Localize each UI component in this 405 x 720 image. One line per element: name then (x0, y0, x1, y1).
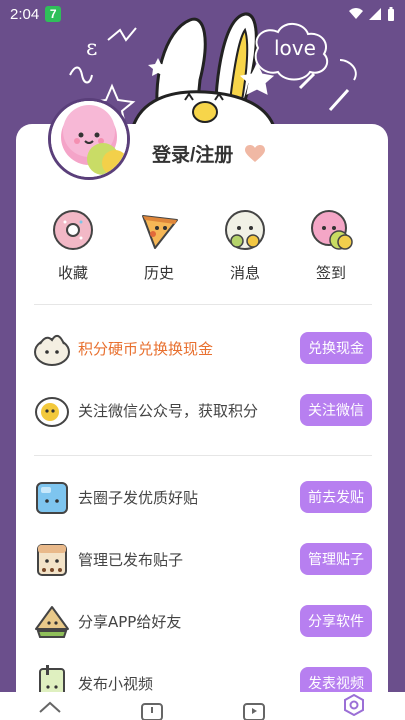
pizza-icon (142, 215, 178, 249)
sandwich-icon (35, 606, 69, 638)
video-icon[interactable] (242, 700, 266, 720)
quick-label: 消息 (229, 264, 260, 282)
add-post-icon[interactable] (140, 700, 164, 720)
bubble-tea-icon (37, 544, 67, 576)
ice-cube-icon (36, 482, 68, 514)
quick-label: 签到 (315, 264, 346, 282)
task-row-post: 去圈子发优质好贴 前去发贴 (32, 475, 372, 519)
task-text: 管理已发布贴子 (78, 550, 184, 569)
rice-ball-icon (225, 210, 265, 250)
avatar[interactable] (48, 98, 130, 180)
follow-wechat-button[interactable]: 关注微信 (300, 394, 372, 426)
task-row-wechat: 关注微信公众号，获取积分 关注微信 (32, 388, 372, 432)
home-icon[interactable] (38, 700, 62, 720)
dumpling-icon (34, 334, 70, 366)
task-row-exchange: 积分硬币兑换换现金 兑换现金 (32, 326, 372, 370)
share-app-button[interactable]: 分享软件 (300, 605, 372, 637)
quick-label: 历史 (143, 264, 174, 282)
signal-icon (369, 8, 381, 20)
quick-history[interactable]: 历史 (129, 208, 189, 288)
egg-icon (35, 397, 69, 427)
status-bar: 2:04 7 (0, 0, 405, 28)
donut-icon (53, 210, 93, 250)
go-post-button[interactable]: 前去发贴 (300, 481, 372, 513)
exchange-cash-button[interactable]: 兑换现金 (300, 332, 372, 364)
app-notification-icon: 7 (45, 6, 62, 22)
heart-icon (245, 144, 266, 162)
quick-label: 收藏 (57, 264, 88, 282)
task-text: 发布小视频 (78, 674, 154, 693)
quick-checkin[interactable]: 签到 (301, 208, 361, 288)
settings-gear-icon[interactable] (342, 694, 366, 716)
svg-text:love: love (274, 36, 316, 60)
task-row-share: 分享APP给好友 分享软件 (32, 599, 372, 643)
quick-favorites[interactable]: 收藏 (43, 208, 103, 288)
quick-messages[interactable]: 消息 (215, 208, 275, 288)
login-row[interactable]: 登录/注册 (152, 140, 266, 167)
task-text: 积分硬币兑换换现金 (78, 339, 214, 358)
battery-icon (388, 7, 394, 21)
task-row-manage: 管理已发布贴子 管理贴子 (32, 537, 372, 581)
task-text: 关注微信公众号，获取积分 (78, 401, 259, 420)
wifi-icon (349, 8, 363, 19)
divider (34, 455, 372, 456)
status-time: 2:04 (10, 5, 40, 23)
task-text: 去圈子发优质好贴 (78, 488, 199, 507)
macaron-icon (311, 210, 353, 250)
manage-posts-button[interactable]: 管理贴子 (300, 543, 372, 575)
task-text: 分享APP给好友 (78, 612, 182, 631)
quick-actions: 收藏 历史 消息 签到 (16, 208, 388, 288)
svg-text:ε: ε (86, 36, 97, 61)
login-register-link[interactable]: 登录/注册 (152, 140, 233, 167)
divider (34, 304, 372, 305)
status-indicators (349, 7, 395, 21)
bottom-nav (0, 692, 405, 720)
